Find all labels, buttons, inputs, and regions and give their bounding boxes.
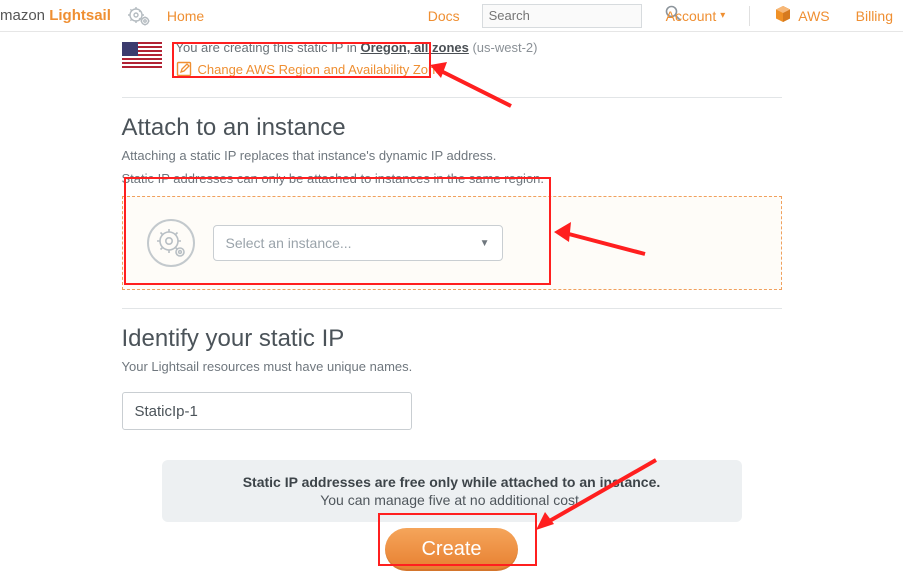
identify-heading: Identify your static IP	[122, 325, 782, 353]
edit-icon	[176, 61, 192, 77]
attach-subtext: Attaching a static IP replaces that inst…	[122, 148, 782, 163]
attach-note: Static IP addresses can only be attached…	[122, 171, 782, 186]
divider	[749, 6, 750, 26]
search-input[interactable]	[482, 4, 642, 28]
search-field[interactable]	[489, 8, 665, 23]
account-menu[interactable]: Account ▾	[666, 8, 726, 24]
billing-link[interactable]: Billing	[856, 8, 893, 24]
create-button[interactable]: Create	[385, 528, 517, 571]
aws-link[interactable]: AWS	[774, 5, 829, 26]
info-banner: Static IP addresses are free only while …	[162, 460, 742, 522]
aws-label: AWS	[798, 8, 829, 24]
info-strong-text: Static IP addresses are free only while …	[182, 474, 722, 490]
divider	[122, 308, 782, 309]
chevron-down-icon: ▾	[720, 10, 725, 21]
brand-text: mazon Lightsail	[0, 7, 111, 24]
divider	[122, 97, 782, 98]
instance-gear-icon	[147, 219, 195, 267]
change-region-link[interactable]: Change AWS Region and Availability Zone	[176, 60, 538, 80]
info-sub-text: You can manage five at no additional cos…	[320, 492, 583, 508]
region-description: You are creating this static IP in Orego…	[176, 38, 538, 58]
us-flag-icon	[122, 42, 162, 68]
instance-select-label: Select an instance...	[226, 235, 352, 251]
attach-heading: Attach to an instance	[122, 114, 782, 142]
docs-link[interactable]: Docs	[428, 8, 460, 24]
change-region-label: Change AWS Region and Availability Zone	[198, 60, 443, 80]
cube-icon	[774, 5, 792, 26]
gear-icon[interactable]	[127, 6, 151, 26]
identify-subtext: Your Lightsail resources must have uniqu…	[122, 359, 782, 374]
home-link[interactable]: Home	[167, 8, 204, 24]
static-ip-name-input[interactable]	[122, 392, 412, 430]
chevron-down-icon: ▼	[480, 238, 490, 249]
attach-instance-panel: Select an instance... ▼	[122, 196, 782, 290]
instance-select[interactable]: Select an instance... ▼	[213, 225, 503, 261]
account-label: Account	[666, 8, 717, 24]
